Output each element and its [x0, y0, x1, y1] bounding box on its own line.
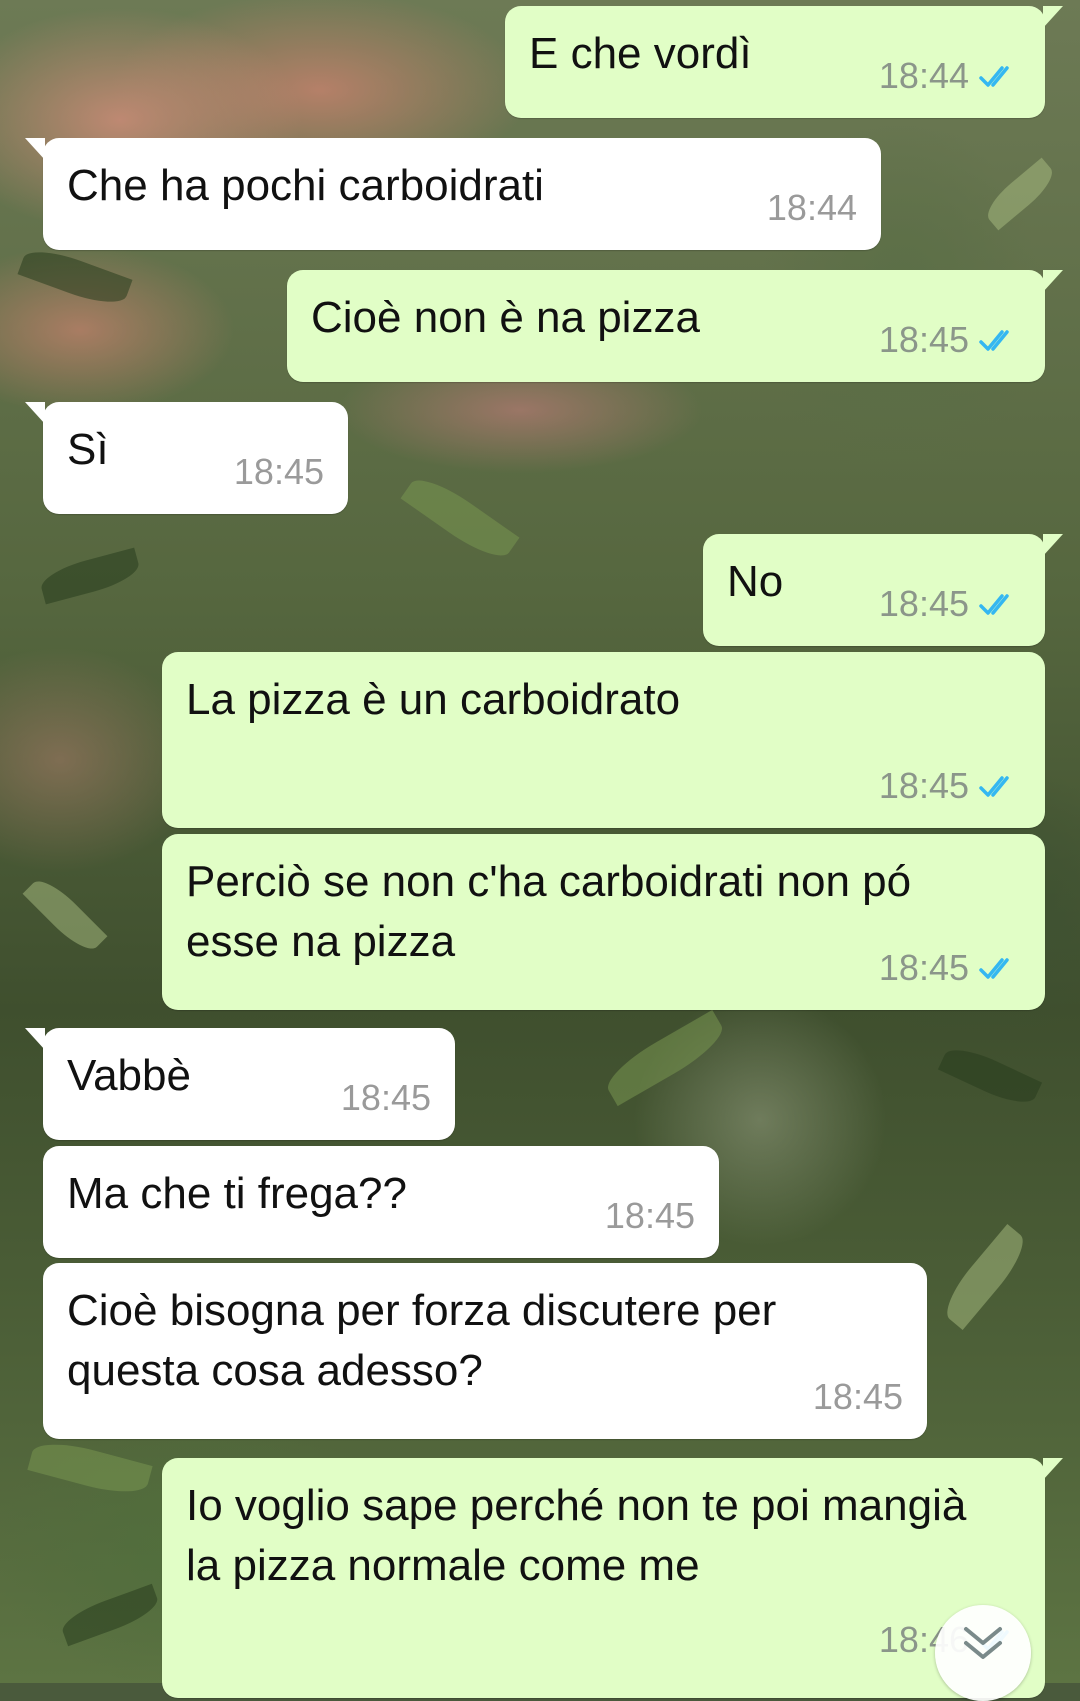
message-text: Sì — [67, 425, 109, 474]
outgoing-message[interactable]: Perciò se non c'ha carboidrati non pó es… — [162, 834, 1045, 1010]
message-text: Cioè bisogna per forza discutere per que… — [67, 1286, 789, 1395]
message-meta: 18:45 — [605, 1186, 695, 1246]
double-check-icon — [979, 958, 1009, 979]
message-meta: 18:45 — [234, 442, 324, 502]
wallpaper-leaf — [936, 1223, 1034, 1331]
message-meta: 18:45 — [879, 756, 1021, 816]
double-check-icon — [979, 594, 1009, 615]
wallpaper-leaf — [27, 1435, 153, 1501]
wallpaper-leaf — [37, 547, 143, 605]
outgoing-message[interactable]: Cioè non è na pizza 18:45 — [287, 270, 1063, 382]
message-text: Cioè non è na pizza — [311, 293, 700, 342]
wallpaper-leaf — [57, 1583, 163, 1647]
message-time: 18:45 — [878, 947, 969, 988]
wallpaper-leaf — [17, 242, 133, 312]
double-check-icon — [979, 776, 1009, 797]
outgoing-message[interactable]: No 18:45 — [703, 534, 1063, 646]
message-text: Che ha pochi carboidrati — [67, 161, 544, 210]
message-meta: 18:45 — [341, 1068, 431, 1128]
message-text: Perciò se non c'ha carboidrati non pó es… — [186, 857, 924, 966]
message-text: Ma che ti frega?? — [67, 1169, 407, 1218]
incoming-message[interactable]: Ma che ti frega?? 18:45 — [43, 1146, 719, 1258]
message-meta: 18:44 — [879, 46, 1021, 106]
bubble-tail — [25, 402, 45, 424]
message-meta: 18:45 — [879, 574, 1021, 634]
incoming-message[interactable]: Cioè bisogna per forza discutere per que… — [43, 1263, 927, 1439]
message-time: 18:44 — [878, 55, 969, 96]
message-text: No — [727, 557, 784, 606]
bubble-tail — [1043, 534, 1063, 556]
message-time: 18:44 — [766, 187, 857, 228]
double-chevron-down-icon — [964, 1627, 1002, 1659]
incoming-message[interactable]: Che ha pochi carboidrati 18:44 — [25, 138, 881, 250]
wallpaper-leaf — [599, 1009, 731, 1107]
outgoing-message[interactable]: La pizza è un carboidrato 18:45 — [162, 652, 1045, 828]
incoming-message[interactable]: Sì 18:45 — [25, 402, 348, 514]
message-time: 18:45 — [812, 1376, 903, 1417]
outgoing-message[interactable]: E che vordì 18:44 — [505, 6, 1063, 118]
bubble-tail — [1043, 6, 1063, 28]
bubble-tail — [25, 1028, 45, 1050]
double-check-icon — [979, 330, 1009, 351]
double-check-icon — [979, 66, 1009, 87]
bubble-tail — [1043, 270, 1063, 292]
outgoing-message[interactable]: Io voglio sape perché non te poi mangià … — [162, 1458, 1063, 1698]
message-text: Vabbè — [67, 1051, 191, 1100]
bubble-tail — [1043, 1458, 1063, 1480]
message-text: Io voglio sape perché non te poi mangià … — [186, 1481, 979, 1590]
incoming-message[interactable]: Vabbè 18:45 — [25, 1028, 455, 1140]
wallpaper-leaf — [400, 468, 520, 568]
message-text: E che vordì — [529, 29, 752, 78]
message-time: 18:45 — [340, 1077, 431, 1118]
message-time: 18:45 — [604, 1195, 695, 1236]
bubble-tail — [25, 138, 45, 160]
message-time: 18:45 — [878, 583, 969, 624]
message-meta: 18:44 — [767, 178, 857, 238]
message-meta: 18:45 — [879, 938, 1021, 998]
wallpaper-leaf — [22, 872, 108, 958]
message-time: 18:45 — [878, 765, 969, 806]
wallpaper-leaf — [980, 157, 1060, 231]
message-meta: 18:45 — [813, 1367, 903, 1427]
message-time: 18:45 — [233, 451, 324, 492]
wallpaper-leaf — [937, 1040, 1043, 1112]
message-text: La pizza è un carboidrato — [186, 675, 681, 724]
message-time: 18:45 — [878, 319, 969, 360]
scroll-to-bottom-button[interactable] — [935, 1605, 1031, 1701]
message-meta: 18:45 — [879, 310, 1021, 370]
